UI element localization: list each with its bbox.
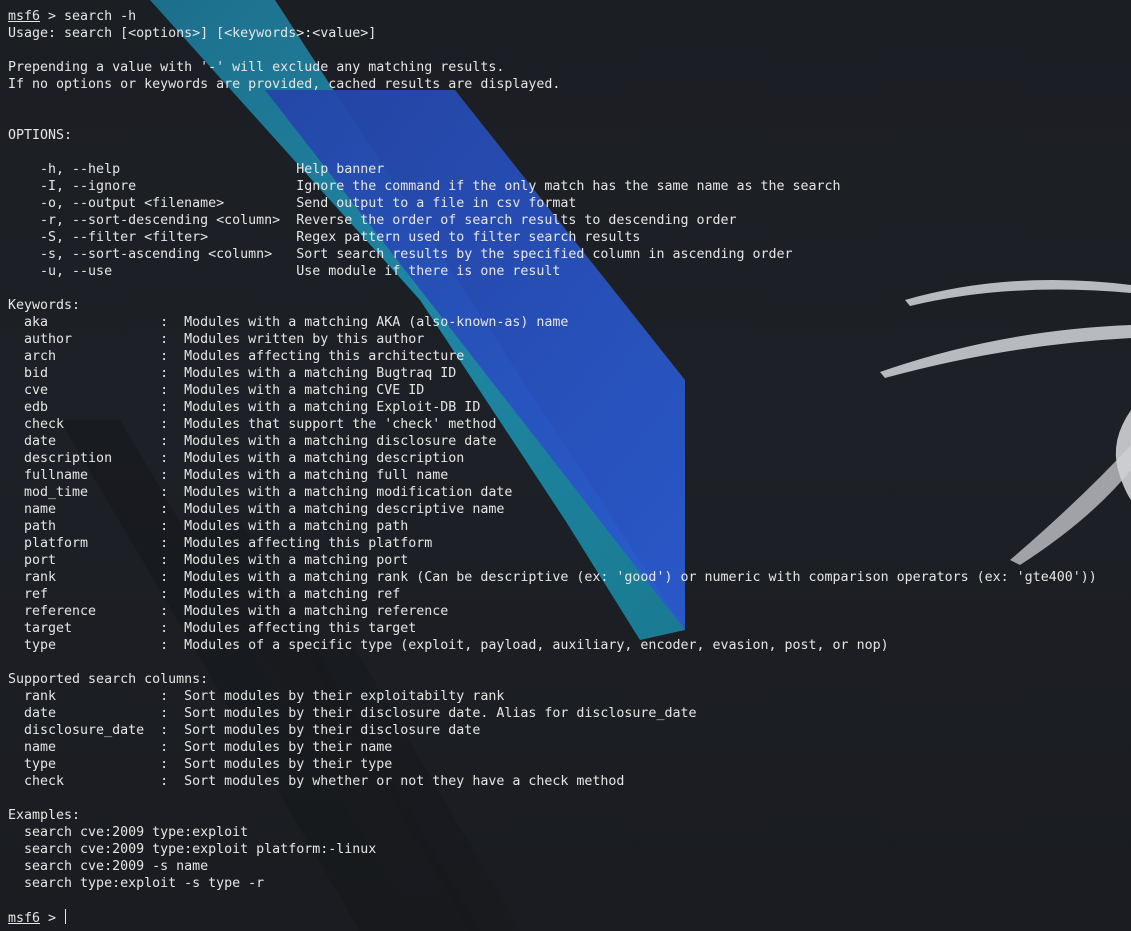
keyword-line: target : Modules affecting this target — [8, 621, 417, 636]
example-line: search cve:2009 -s name — [8, 859, 209, 874]
keyword-line: cve : Modules with a matching CVE ID — [8, 383, 425, 398]
column-line: rank : Sort modules by their exploitabil… — [8, 689, 505, 704]
keyword-line: path : Modules with a matching path — [8, 519, 409, 534]
option-line: -o, --output <filename> Send output to a… — [8, 196, 577, 211]
keyword-line: arch : Modules affecting this architectu… — [8, 349, 465, 364]
options-header: OPTIONS: — [8, 128, 73, 143]
keyword-line: edb : Modules with a matching Exploit-DB… — [8, 400, 481, 415]
text-cursor — [65, 909, 67, 924]
column-line: type : Sort modules by their type — [8, 757, 393, 772]
wallpaper-dragon-arc — [1115, 410, 1131, 500]
option-line: -u, --use Use module if there is one res… — [8, 264, 561, 279]
column-line: disclosure_date : Sort modules by their … — [8, 723, 481, 738]
keyword-line: ref : Modules with a matching ref — [8, 587, 401, 602]
prompt-label: msf6 — [8, 911, 41, 926]
input-prompt-line[interactable]: msf6 > — [8, 909, 1097, 926]
keyword-line: type : Modules of a specific type (explo… — [8, 638, 889, 653]
keywords-header: Keywords: — [8, 298, 81, 313]
command-line: msf6 > search -h — [8, 8, 1097, 25]
option-line: -s, --sort-ascending <column> Sort searc… — [8, 247, 793, 262]
examples-header: Examples: — [8, 808, 81, 823]
terminal-output: msf6 > search -h Usage: search [<options… — [8, 8, 1097, 926]
keyword-line: bid : Modules with a matching Bugtraq ID — [8, 366, 457, 381]
option-line: -I, --ignore Ignore the command if the o… — [8, 179, 841, 194]
keyword-line: port : Modules with a matching port — [8, 553, 409, 568]
info-line: Prepending a value with '-' will exclude… — [8, 60, 505, 75]
keyword-line: fullname : Modules with a matching full … — [8, 468, 449, 483]
keyword-line: reference : Modules with a matching refe… — [8, 604, 449, 619]
example-line: search type:exploit -s type -r — [8, 876, 265, 891]
column-line: check : Sort modules by whether or not t… — [8, 774, 625, 789]
info-line: If no options or keywords are provided, … — [8, 77, 561, 92]
keyword-line: name : Modules with a matching descripti… — [8, 502, 505, 517]
terminal-window[interactable]: msf6 > search -h Usage: search [<options… — [0, 0, 1131, 931]
option-line: -r, --sort-descending <column> Reverse t… — [8, 213, 737, 228]
prompt-arrow: > — [40, 911, 65, 926]
option-line: -h, --help Help banner — [8, 162, 385, 177]
keyword-line: description : Modules with a matching de… — [8, 451, 465, 466]
keyword-line: mod_time : Modules with a matching modif… — [8, 485, 513, 500]
prompt-label: msf6 — [8, 9, 41, 24]
keyword-line: platform : Modules affecting this platfo… — [8, 536, 433, 551]
keyword-line: aka : Modules with a matching AKA (also-… — [8, 315, 569, 330]
keyword-line: date : Modules with a matching disclosur… — [8, 434, 497, 449]
keyword-line: rank : Modules with a matching rank (Can… — [8, 570, 1097, 585]
column-line: name : Sort modules by their name — [8, 740, 393, 755]
option-line: -S, --filter <filter> Regex pattern used… — [8, 230, 641, 245]
example-line: search cve:2009 type:exploit — [8, 825, 249, 840]
keyword-line: author : Modules written by this author — [8, 332, 425, 347]
command-text: > search -h — [40, 9, 137, 24]
columns-header: Supported search columns: — [8, 672, 209, 687]
example-line: search cve:2009 type:exploit platform:-l… — [8, 842, 377, 857]
column-line: date : Sort modules by their disclosure … — [8, 706, 697, 721]
usage-line: Usage: search [<options>] [<keywords>:<v… — [8, 26, 377, 41]
keyword-line: check : Modules that support the 'check'… — [8, 417, 497, 432]
